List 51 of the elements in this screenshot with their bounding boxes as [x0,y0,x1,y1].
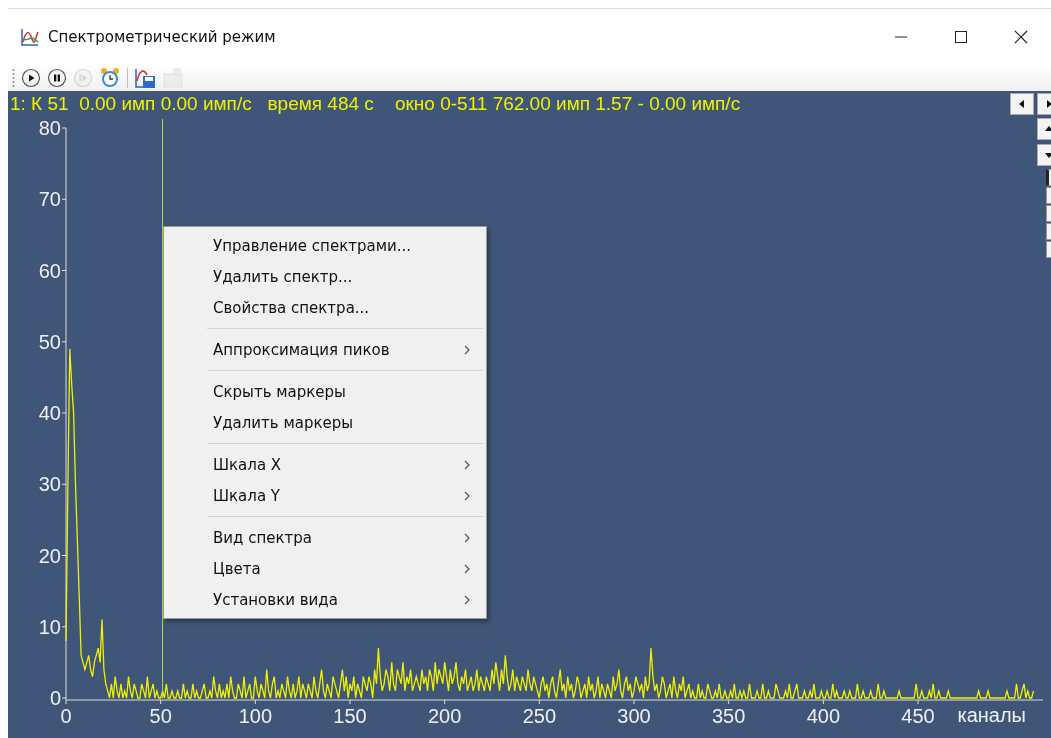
menu-item[interactable]: Шкала X [164,449,486,480]
y-tick-label: 10 [38,615,61,638]
x-axis-label: каналы [957,704,1026,726]
x-tick-label: 150 [333,705,367,727]
menu-item[interactable]: Цвета [164,553,486,584]
menu-item[interactable]: Шкала Y [164,480,486,511]
toolbar-grip [12,68,15,88]
side-checkbox[interactable] [1046,205,1051,222]
menu-item[interactable]: Удалить спектр... [164,261,486,292]
x-tick-label: 50 [149,705,172,727]
play-button[interactable] [21,68,41,88]
side-checkbox[interactable] [1046,241,1051,258]
app-icon [20,27,40,47]
pause-button[interactable] [47,68,67,88]
x-tick-label: 100 [238,705,272,727]
menu-item[interactable]: Установки вида [164,584,486,615]
y-tick-label: 40 [38,402,61,424]
x-tick-label: 300 [617,705,651,727]
x-tick-label: 0 [60,705,72,727]
menu-item[interactable]: Скрыть маркеры [164,376,486,407]
y-tick-label: 60 [38,259,61,282]
menu-item[interactable]: Свойства спектра... [164,292,486,323]
close-icon [1014,30,1028,44]
x-tick-label: 450 [901,705,935,727]
save-chart-icon[interactable] [134,67,156,89]
left-triangle-icon [1018,100,1026,108]
menu-item[interactable]: Удалить маркеры [164,407,486,438]
x-tick-label: 350 [712,705,746,727]
right-triangle-icon [1045,100,1051,108]
y-tick-label: 50 [38,330,61,353]
side-checkbox[interactable] [1046,223,1051,240]
menu-item[interactable]: Вид спектра [164,522,486,553]
menu-item[interactable]: Управление спектрами... [164,230,486,261]
x-tick-label: 250 [522,705,556,727]
alarm-clock-icon[interactable] [99,67,121,89]
side-checkbox[interactable] [1046,169,1051,186]
maximize-icon [954,30,968,44]
side-checkbox[interactable] [1046,187,1051,204]
down-triangle-icon [1045,151,1051,159]
x-tick-label: 200 [428,705,462,727]
scroll-left-button[interactable] [1010,93,1034,115]
y-tick-label: 0 [49,687,61,709]
status-info-line: 1: К 51 0.00 имп 0.00 имп/с время 484 с окно 0-511 762.00 имп 1.57 - 0.00 имп/с [10,93,741,115]
x-tick-label: 400 [806,705,840,727]
y-tick-label: 70 [38,188,61,211]
up-triangle-icon [1045,125,1051,133]
menu-item[interactable]: Аппроксимация пиков [164,334,486,365]
y-tick-label: 80 [38,117,61,139]
y-tick-label: 30 [38,473,61,496]
window-title: Спектрометрический режим [48,28,276,46]
y-tick-label: 20 [38,544,61,567]
